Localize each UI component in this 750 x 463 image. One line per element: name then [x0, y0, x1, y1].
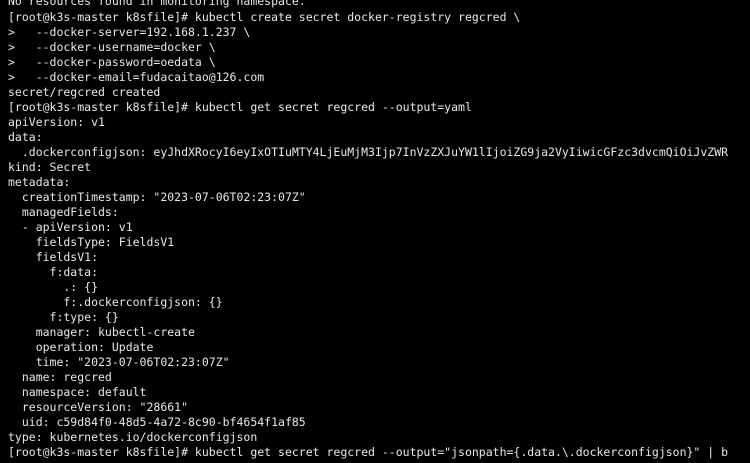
- terminal-line: type: kubernetes.io/dockerconfigjson: [8, 430, 258, 444]
- terminal-line: > --docker-username=docker \: [8, 40, 216, 54]
- terminal-line: No resources found in monitoring namespa…: [8, 0, 306, 8]
- terminal-line: fieldsType: FieldsV1: [8, 235, 175, 249]
- terminal-line: [root@k3s-master k8sfile]# kubectl creat…: [8, 10, 521, 24]
- terminal-line: metadata:: [8, 175, 71, 189]
- terminal-window[interactable]: No resources found in monitoring namespa…: [0, 0, 750, 463]
- terminal-line: managedFields:: [8, 205, 119, 219]
- terminal-line: - apiVersion: v1: [8, 220, 133, 234]
- terminal-line: uid: c59d84f0-48d5-4a72-8c90-bf4654f1af8…: [8, 415, 306, 429]
- terminal-line: kind: Secret: [8, 160, 92, 174]
- terminal-line: f:data:: [8, 265, 99, 279]
- terminal-line: apiVersion: v1: [8, 115, 105, 129]
- terminal-line: operation: Update: [8, 340, 154, 354]
- terminal-line: [root@k3s-master k8sfile]# kubectl get s…: [8, 100, 472, 114]
- terminal-line: creationTimestamp: "2023-07-06T02:23:07Z…: [8, 190, 306, 204]
- terminal-line: name: regcred: [8, 370, 112, 384]
- terminal-line: .: {}: [8, 280, 99, 294]
- terminal-line: fieldsV1:: [8, 250, 99, 264]
- terminal-line: f:type: {}: [8, 310, 119, 324]
- terminal-line: data:: [8, 130, 43, 144]
- terminal-line: f:.dockerconfigjson: {}: [8, 295, 223, 309]
- terminal-line: resourceVersion: "28661": [8, 400, 189, 414]
- terminal-line: > --docker-server=192.168.1.237 \: [8, 25, 251, 39]
- terminal-prompt-line[interactable]: [root@k3s-master k8sfile]# kubectl get s…: [8, 445, 728, 460]
- terminal-line: > --docker-email=fudacaitao@126.com: [8, 70, 265, 84]
- terminal-line: > --docker-password=oedata \: [8, 55, 216, 69]
- terminal-line: namespace: default: [8, 385, 147, 399]
- terminal-line: secret/regcred created: [8, 85, 161, 99]
- terminal-line: manager: kubectl-create: [8, 325, 195, 339]
- terminal-line: time: "2023-07-06T02:23:07Z": [8, 355, 230, 369]
- terminal-line: .dockerconfigjson: eyJhdXRocyI6eyIxOTIuM…: [8, 145, 729, 159]
